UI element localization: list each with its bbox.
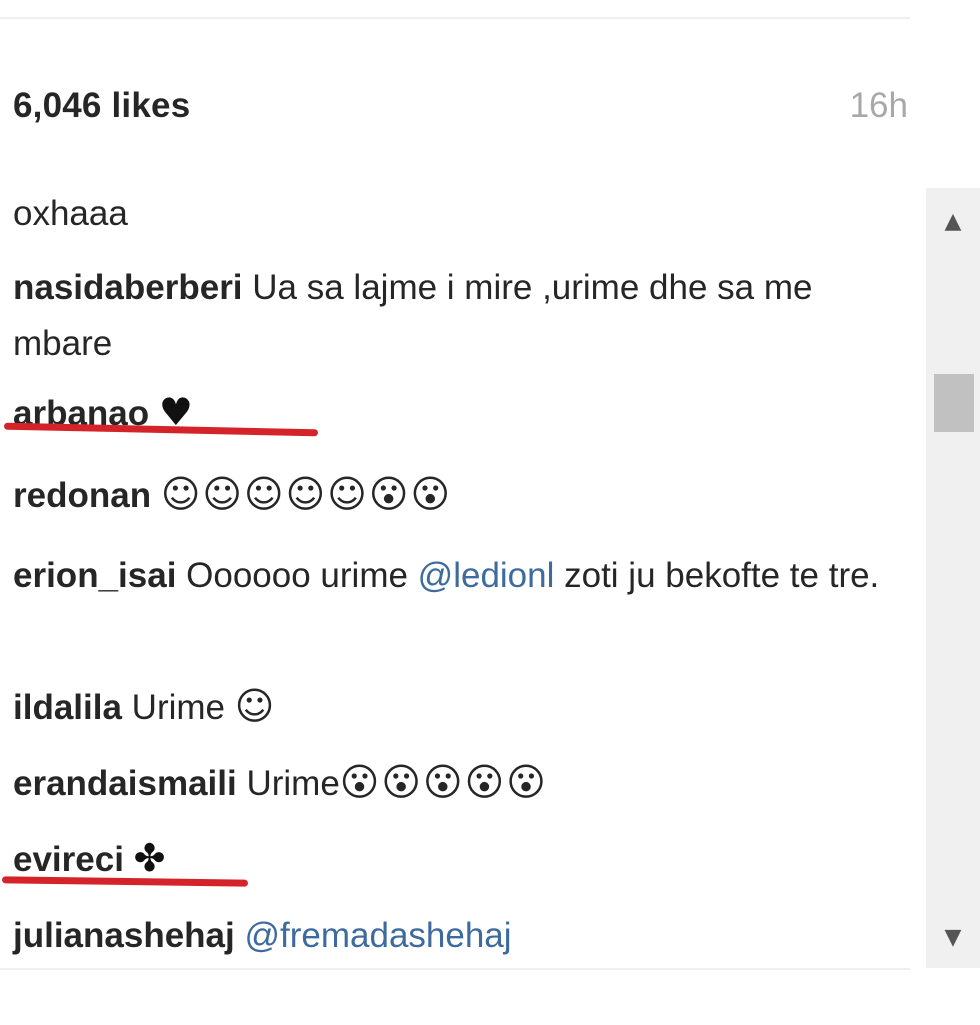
- bottom-divider: [0, 968, 910, 970]
- comments-scrollbar[interactable]: ▲ ▼: [926, 188, 980, 968]
- comment-mention[interactable]: @ledionl: [418, 556, 555, 595]
- comments-list: oxhaaa nasidaberberi Ua sa lajme i mire …: [0, 186, 922, 976]
- scroll-up-arrow-icon[interactable]: ▲: [926, 196, 980, 246]
- comment-username[interactable]: ildalila: [13, 688, 122, 727]
- comment-username[interactable]: julianashehaj: [13, 916, 235, 955]
- scroll-down-arrow-icon[interactable]: ▼: [926, 912, 980, 962]
- comment-username[interactable]: nasidaberberi: [13, 268, 243, 307]
- comment-text: oxhaaa: [13, 194, 128, 233]
- comment-item: ildalila Urime ☺: [13, 678, 893, 736]
- scrollbar-thumb[interactable]: [934, 374, 974, 432]
- comment-username[interactable]: redonan: [13, 476, 151, 515]
- comment-username[interactable]: erion_isai: [13, 556, 176, 595]
- comment-item: erandaismaili Urime😮😮😮😮😮: [13, 754, 893, 812]
- top-divider: [0, 17, 910, 19]
- likes-count[interactable]: 6,046 likes: [13, 86, 190, 126]
- comment-item: nasidaberberi Ua sa lajme i mire ,urime …: [13, 260, 893, 372]
- comment-item: erion_isai Oooooo urime @ledionl zoti ju…: [13, 548, 893, 604]
- comment-text: Oooooo urime: [176, 556, 418, 595]
- comment-item: arbanao ♥: [13, 384, 893, 442]
- comment-text: Urime: [121, 688, 235, 727]
- smiley-emoji-icon: ☺: [234, 684, 277, 728]
- comment-text: Urime: [236, 764, 340, 803]
- comment-username[interactable]: evireci: [13, 840, 124, 879]
- comment-mention[interactable]: @fremadashehaj: [244, 916, 511, 955]
- kiss-emoji-icon: 😮😮😮😮😮: [339, 760, 548, 804]
- comment-item: redonan ☺☺☺☺☺😮😮: [13, 466, 893, 524]
- smiley-emoji-icon: ☺☺☺☺☺😮😮: [160, 472, 453, 516]
- comment-item: oxhaaa: [13, 186, 893, 242]
- comment-text: zoti ju bekofte te tre.: [554, 556, 880, 595]
- clover-emoji-icon: ✤: [133, 836, 168, 880]
- post-timestamp[interactable]: 16h: [850, 86, 908, 126]
- comment-item: julianashehaj @fremadashehaj: [13, 908, 893, 964]
- comment-username[interactable]: erandaismaili: [13, 764, 237, 803]
